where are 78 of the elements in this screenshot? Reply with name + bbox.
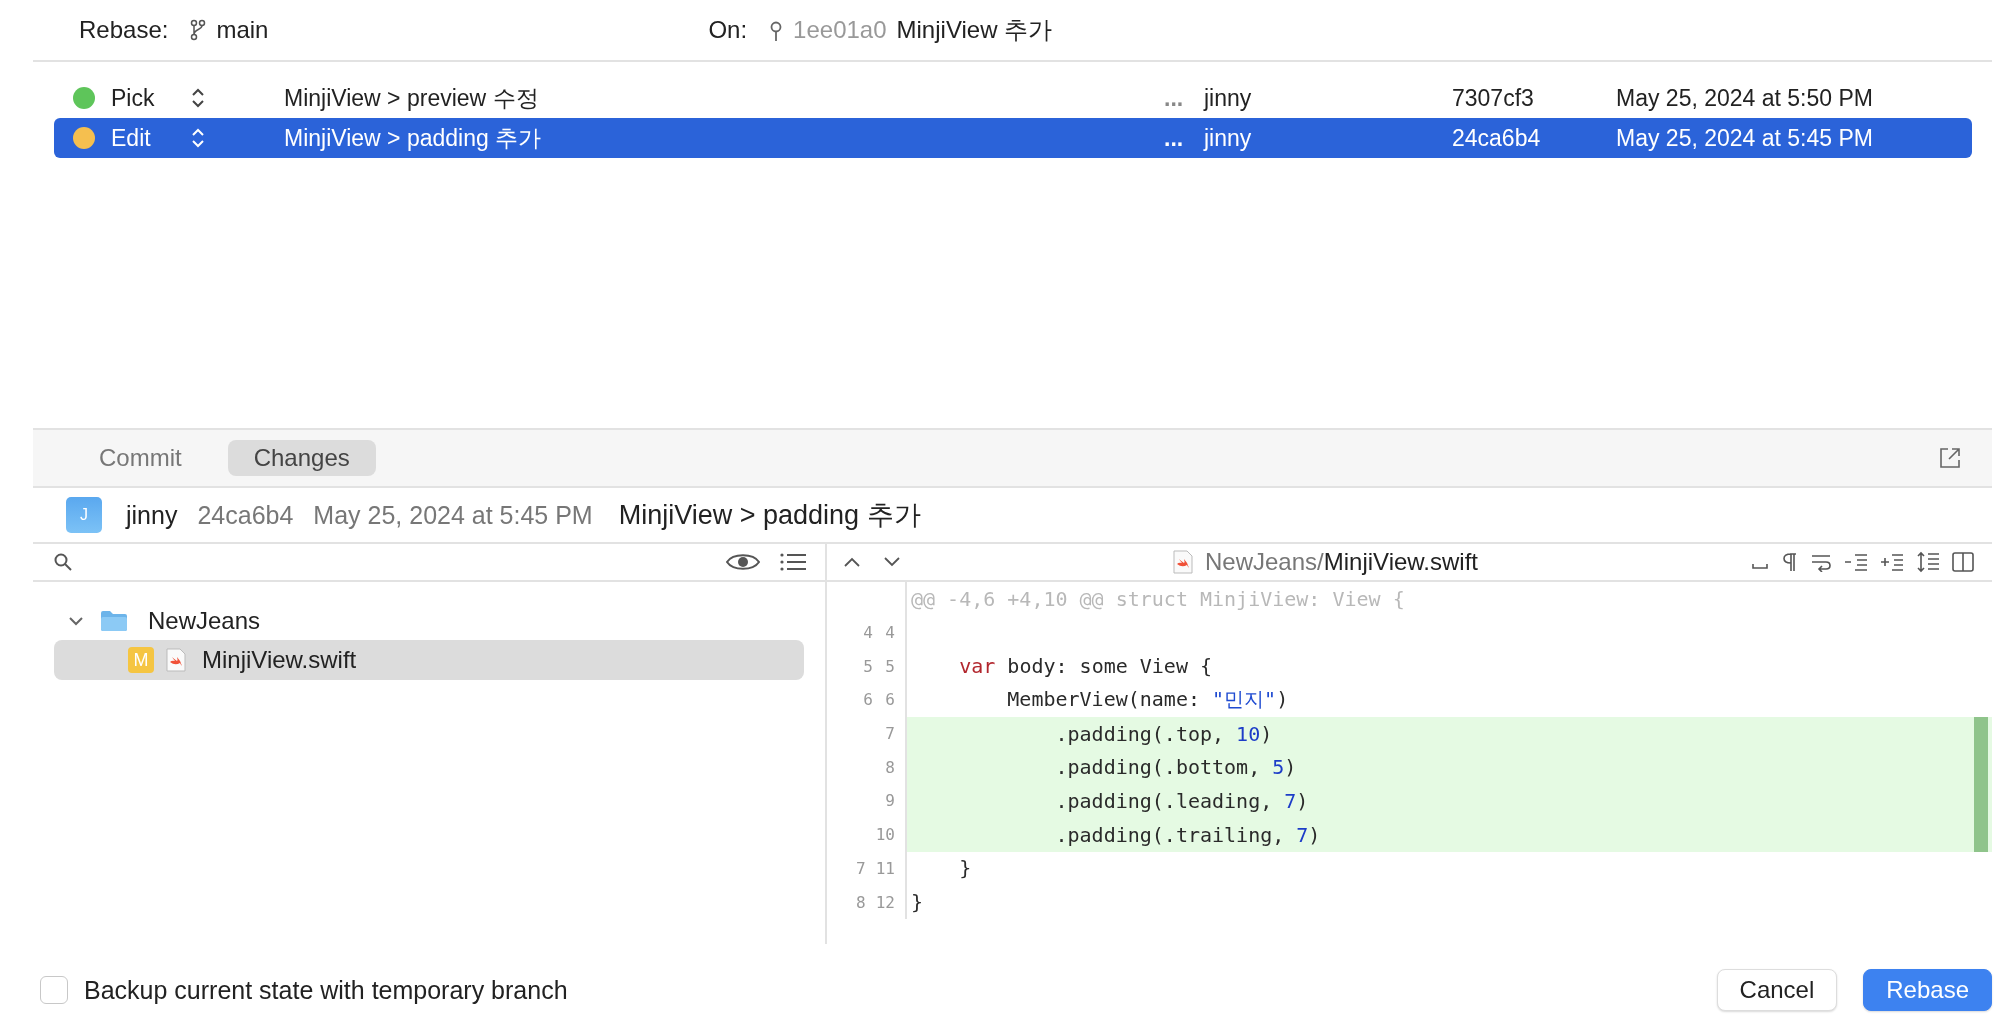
commit-row[interactable]: Edit MinjiView > padding 추가 ... jinny 24ca6b4 May 25, 2024 at 5:45 PM: [54, 118, 1972, 158]
branch-name: main: [216, 16, 269, 44]
list-icon[interactable]: [779, 551, 807, 573]
line-spacing-icon[interactable]: [1916, 551, 1940, 573]
line-number: 8: [855, 892, 866, 912]
commit-date: May 25, 2024 at 5:50 PM: [1616, 84, 1873, 112]
code-line: }: [910, 890, 924, 915]
rebase-label: Rebase:: [79, 16, 169, 44]
change-marker: [1974, 716, 1988, 751]
base-hash: 1ee01a0: [793, 16, 887, 44]
line-number: 6: [862, 690, 873, 710]
commit-date: May 25, 2024 at 5:45 PM: [1616, 124, 1873, 152]
code-line: .padding(.bottom, 5): [1054, 755, 1297, 780]
chevron-down-icon[interactable]: [883, 556, 901, 568]
commit-row[interactable]: Pick MinjiView > preview 수정 ... jinny 7307cf3 May 25, 2024 at 5:50 PM: [54, 78, 1972, 118]
more-indicator: ...: [1164, 124, 1185, 152]
chevron-up-icon[interactable]: [843, 556, 861, 568]
checkbox-label: Backup current state with temporary branch: [84, 975, 568, 1005]
line-number: 4: [884, 623, 895, 643]
code-line: var body: some View {: [958, 654, 1213, 679]
tab[interactable]: Changes: [227, 440, 376, 476]
commit-hash: 7307cf3: [1452, 84, 1535, 112]
on-label: On:: [708, 16, 748, 44]
open-external-icon[interactable]: [1938, 446, 1962, 470]
commit-author: jinny: [1204, 124, 1253, 152]
split-view-icon[interactable]: [1952, 552, 1974, 572]
pilcrow-icon[interactable]: [1782, 551, 1798, 573]
line-number: 10: [875, 825, 895, 845]
line-number: 12: [875, 892, 895, 912]
code-line: }: [958, 856, 972, 881]
commit-message: MinjiView > padding 추가: [618, 499, 921, 532]
more-indicator: ...: [1164, 84, 1185, 112]
line-number: 6: [884, 690, 895, 710]
line-number: 4: [862, 623, 873, 643]
commit-date: May 25, 2024 at 5:45 PM: [313, 500, 593, 530]
branch-icon: [190, 19, 207, 41]
avatar: J: [66, 497, 102, 533]
code-line: MemberView(name: "민지"): [1006, 686, 1289, 714]
commit-hash: 24ca6b4: [1452, 124, 1542, 152]
commit-message: MinjiView > padding 추가: [284, 123, 543, 153]
eye-icon[interactable]: [725, 551, 761, 573]
line-number: 11: [875, 858, 895, 878]
line-number: 5: [862, 656, 873, 676]
commit-author: jinny: [126, 500, 178, 530]
swift-file-icon: [166, 648, 186, 672]
checkbox[interactable]: [40, 976, 68, 1004]
folder-icon: [100, 610, 128, 632]
line-number: 9: [884, 791, 895, 811]
action-label: Pick: [111, 84, 156, 112]
line-number: 8: [884, 757, 895, 777]
search-icon[interactable]: [53, 552, 73, 572]
change-marker: [1974, 817, 1988, 852]
file-path: NewJeans/MinjiView.swift: [1205, 548, 1478, 576]
line-number: 5: [884, 656, 895, 676]
line-number: 7: [855, 858, 866, 878]
file-name: MinjiView.swift: [202, 646, 357, 674]
base-message: MinjiView 추가: [896, 15, 1053, 45]
cancel-button[interactable]: Cancel: [1716, 969, 1838, 1011]
modified-badge: M: [128, 647, 154, 673]
expand-lines-icon[interactable]: [1880, 552, 1904, 572]
file-row[interactable]: M MinjiView.swift: [54, 640, 804, 680]
stepper-icon[interactable]: [191, 87, 205, 109]
wrap-icon[interactable]: [1810, 552, 1832, 572]
commit-author: jinny: [1204, 84, 1253, 112]
commit-hash: 24ca6b4: [197, 500, 294, 530]
folder-row[interactable]: NewJeans: [54, 602, 804, 640]
folder-name: NewJeans: [148, 607, 261, 635]
rebase-button[interactable]: Rebase: [1863, 969, 1992, 1011]
swift-file-icon: [1173, 550, 1193, 574]
collapse-lines-icon[interactable]: [1844, 552, 1868, 572]
commit-message: MinjiView > preview 수정: [284, 83, 540, 113]
code-line: .padding(.trailing, 7): [1054, 822, 1321, 847]
tab[interactable]: Commit: [73, 440, 208, 476]
action-label: Edit: [111, 124, 152, 152]
code-line: .padding(.leading, 7): [1054, 788, 1309, 813]
line-number: 7: [884, 724, 895, 744]
hunk-header: @@ -4,6 +4,10 @@ struct MinjiView: View {: [910, 586, 1405, 611]
code-line: .padding(.top, 10): [1054, 721, 1273, 746]
